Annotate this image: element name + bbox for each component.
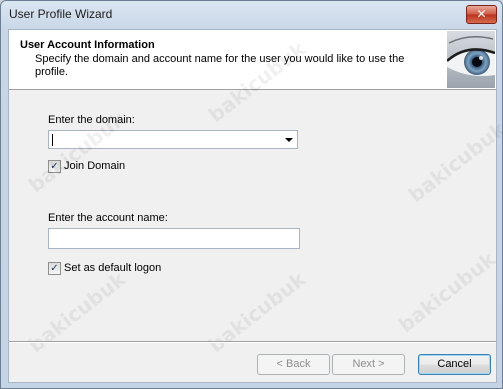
watermark-text: bakicubuk [393, 246, 501, 338]
watermark-text: bakicubuk [203, 266, 311, 358]
title-bar[interactable]: User Profile Wizard ✕ [1, 1, 502, 29]
default-logon-checkbox[interactable]: ✓ [48, 262, 61, 275]
close-button[interactable]: ✕ [466, 5, 497, 24]
join-domain-checkbox[interactable]: ✓ [48, 160, 61, 173]
domain-label: Enter the domain: [48, 114, 135, 126]
text-caret [52, 134, 53, 146]
page-title: User Account Information [20, 39, 155, 51]
back-button[interactable]: < Back [257, 354, 330, 375]
page-subtitle: Specify the domain and account name for … [35, 53, 405, 78]
next-button[interactable]: Next > [332, 354, 405, 375]
account-name-input[interactable] [48, 228, 300, 249]
footer-divider [9, 341, 496, 343]
domain-combobox[interactable] [48, 130, 298, 149]
watermark-text: bakicubuk [403, 116, 503, 208]
wizard-window: User Profile Wizard ✕ User Account Infor… [0, 0, 503, 389]
wizard-header: User Account Information Specify the dom… [9, 30, 496, 90]
eye-icon [447, 31, 495, 88]
wizard-client-area: User Account Information Specify the dom… [8, 29, 502, 383]
window-title: User Profile Wizard [9, 7, 113, 21]
watermark-text: bakicubuk [23, 266, 131, 358]
chevron-down-icon[interactable] [285, 138, 293, 142]
account-name-label: Enter the account name: [48, 212, 168, 224]
join-domain-label: Join Domain [64, 160, 126, 172]
default-logon-label: Set as default logon [64, 262, 162, 274]
cancel-button[interactable]: Cancel [418, 354, 491, 375]
close-icon: ✕ [476, 7, 487, 21]
